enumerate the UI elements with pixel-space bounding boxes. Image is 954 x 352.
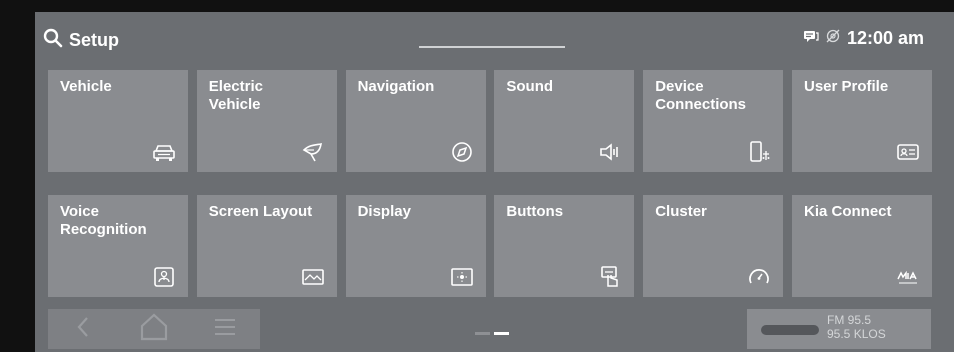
home-button[interactable]	[134, 311, 174, 347]
page-dot-1[interactable]	[475, 332, 490, 335]
tile-label: Sound	[506, 78, 554, 95]
tile-kia-connect[interactable]: Kia Connect	[791, 195, 932, 297]
search-button[interactable]: Setup	[43, 26, 119, 54]
setup-screen: Setup 12:00 am Vehicle Electric Vehicle	[35, 12, 954, 352]
profile-card-icon	[894, 140, 922, 164]
clock: 12:00 am	[846, 28, 924, 48]
menu-icon	[213, 316, 237, 343]
menu-button[interactable]	[205, 311, 245, 347]
layout-icon	[299, 265, 327, 289]
phone-connect-icon	[745, 140, 773, 164]
tile-electric-vehicle[interactable]: Electric Vehicle	[196, 70, 337, 172]
back-icon	[76, 315, 90, 344]
tile-label: Kia Connect	[803, 203, 892, 220]
page-dot-2[interactable]	[494, 332, 509, 335]
back-button[interactable]	[63, 311, 103, 347]
bottom-nav	[48, 309, 260, 349]
tile-cluster[interactable]: Cluster	[643, 195, 784, 297]
media-widget[interactable]: FM 95.5 95.5 KLOS	[747, 309, 931, 349]
radio-station: 95.5 KLOS	[827, 327, 886, 341]
tile-vehicle[interactable]: Vehicle	[48, 70, 188, 172]
tile-label: Display	[357, 203, 411, 220]
tile-navigation[interactable]: Navigation	[345, 70, 486, 172]
tile-label: Device Connections	[655, 78, 747, 113]
radio-band: FM 95.5	[827, 313, 872, 327]
tile-label: Cluster	[655, 203, 707, 220]
message-icon	[803, 29, 819, 48]
tile-label: User Profile	[803, 78, 889, 95]
tile-label: Vehicle	[60, 78, 112, 95]
settings-grid: Vehicle Electric Vehicle Navigation Soun…	[48, 70, 932, 297]
tile-user-profile[interactable]: User Profile	[791, 70, 932, 172]
tile-label: Voice Recognition	[60, 203, 147, 238]
location-off-icon	[825, 28, 841, 49]
tile-label: Electric Vehicle	[208, 78, 263, 113]
leaf-plug-icon	[299, 140, 327, 164]
display-brightness-icon	[448, 265, 476, 289]
tile-label: Buttons	[506, 203, 564, 220]
tile-display[interactable]: Display	[345, 195, 486, 297]
car-icon	[150, 140, 178, 164]
tile-label: Screen Layout	[208, 203, 313, 220]
header: Setup 12:00 am	[35, 12, 954, 68]
page-title: Setup	[69, 29, 120, 50]
tile-sound[interactable]: Sound	[494, 70, 635, 172]
kia-connect-icon	[894, 265, 922, 289]
gauge-icon	[745, 265, 773, 289]
tile-label: Navigation	[357, 78, 435, 95]
button-press-icon	[596, 265, 624, 289]
speaker-icon	[596, 140, 624, 164]
search-icon	[43, 28, 63, 53]
home-icon	[139, 313, 169, 346]
tile-voice-recognition[interactable]: Voice Recognition	[48, 195, 188, 297]
voice-icon	[150, 265, 178, 289]
page-indicator	[475, 332, 509, 335]
tile-screen-layout[interactable]: Screen Layout	[196, 195, 337, 297]
compass-icon	[448, 140, 476, 164]
media-progress-pill	[761, 325, 819, 335]
tile-device-connections[interactable]: Device Connections	[643, 70, 784, 172]
pull-down-handle[interactable]	[419, 46, 565, 48]
status-bar: 12:00 am	[803, 28, 924, 49]
tile-buttons[interactable]: Buttons	[494, 195, 635, 297]
